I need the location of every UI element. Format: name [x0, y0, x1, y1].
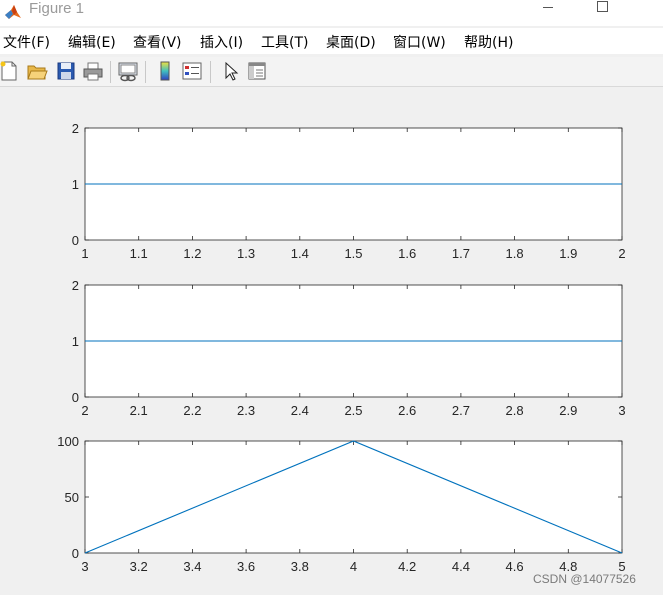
- window-title: Figure 1: [29, 0, 85, 17]
- y-tick-label: 100: [57, 434, 79, 449]
- colorbar-icon[interactable]: [154, 60, 176, 82]
- new-figure-icon[interactable]: [0, 60, 20, 82]
- y-tick-label: 1: [72, 334, 79, 349]
- x-tick-label: 1.7: [452, 246, 470, 261]
- y-tick-label: 0: [72, 390, 79, 405]
- property-inspector-icon[interactable]: [246, 60, 268, 82]
- y-tick-label: 2: [72, 278, 79, 293]
- y-tick-label: 1: [72, 177, 79, 192]
- y-tick-label: 0: [72, 233, 79, 248]
- menu-desktop[interactable]: 桌面(D): [326, 32, 376, 52]
- print-icon[interactable]: [82, 60, 104, 82]
- x-tick-label: 3: [81, 559, 88, 574]
- x-tick-label: 2.5: [344, 403, 362, 418]
- watermark: CSDN @14077526: [533, 572, 636, 586]
- x-tick-label: 2.6: [398, 403, 416, 418]
- x-tick-label: 1.6: [398, 246, 416, 261]
- plot-area-3: [84, 440, 623, 554]
- matlab-logo-icon: [5, 5, 21, 19]
- x-tick-label: 2.8: [506, 403, 524, 418]
- x-tick-label: 2.9: [559, 403, 577, 418]
- x-tick-label: 4.2: [398, 559, 416, 574]
- x-tick-label: 1.2: [183, 246, 201, 261]
- menu-window[interactable]: 窗口(W): [393, 32, 446, 52]
- x-tick-label: 2.7: [452, 403, 470, 418]
- figure-canvas: 1 1.1 1.2 1.3 1.4 1.5 1.6 1.7 1.8 1.9 2 0 1 2 2 2.1 2.2 2…: [0, 88, 663, 595]
- toolbar-separator: [145, 61, 146, 83]
- toolbar-separator: [110, 61, 111, 83]
- save-icon[interactable]: [55, 60, 77, 82]
- x-tick-label: 2: [81, 403, 88, 418]
- subplots: 1 1.1 1.2 1.3 1.4 1.5 1.6 1.7 1.8 1.9 20122 2.1 2.2 2…: [57, 121, 625, 574]
- x-tick-label: 3: [618, 403, 625, 418]
- x-tick-label: 3.2: [130, 559, 148, 574]
- x-tick-label: 2.3: [237, 403, 255, 418]
- menu-tools[interactable]: 工具(T): [261, 32, 308, 52]
- menu-view[interactable]: 查看(V): [133, 32, 182, 52]
- minimize-button[interactable]: [526, 0, 572, 26]
- y-tick-label: 0: [72, 546, 79, 561]
- menu-file[interactable]: 文件(F): [3, 32, 50, 52]
- x-tick-label: 4.6: [506, 559, 524, 574]
- x-tick-label: 2.4: [291, 403, 309, 418]
- x-tick-label: 4.4: [452, 559, 470, 574]
- open-file-icon[interactable]: [26, 60, 48, 82]
- x-tick-label: 1.4: [291, 246, 309, 261]
- menu-help[interactable]: 帮助(H): [464, 32, 513, 52]
- x-tick-label: 4: [350, 559, 357, 574]
- x-tick-label: 1.5: [344, 246, 362, 261]
- x-tick-label: 3.8: [291, 559, 309, 574]
- x-tick-label: 3.6: [237, 559, 255, 574]
- x-tick-label: 1: [81, 246, 88, 261]
- legend-icon[interactable]: [181, 60, 203, 82]
- menu-insert[interactable]: 插入(I): [200, 32, 243, 52]
- x-tick-label: 1.8: [506, 246, 524, 261]
- y-tick-label: 2: [72, 121, 79, 136]
- x-tick-label: 2.1: [130, 403, 148, 418]
- x-tick-label: 1.1: [130, 246, 148, 261]
- y-tick-label: 50: [65, 490, 79, 505]
- link-plot-icon[interactable]: [117, 60, 139, 82]
- x-tick-label: 2.2: [183, 403, 201, 418]
- menu-edit[interactable]: 编辑(E): [68, 32, 116, 52]
- maximize-button[interactable]: [580, 0, 626, 26]
- menu-bar: 文件(F) 编辑(E) 查看(V) 插入(I) 工具(T) 桌面(D) 窗口(W…: [0, 28, 663, 54]
- x-tick-label: 1.9: [559, 246, 577, 261]
- x-tick-label: 1.3: [237, 246, 255, 261]
- title-bar: Figure 1: [0, 0, 663, 26]
- edit-plot-pointer-icon[interactable]: [219, 60, 241, 82]
- toolbar: [0, 57, 663, 87]
- x-tick-label: 3.4: [183, 559, 201, 574]
- toolbar-separator: [210, 61, 211, 83]
- x-tick-label: 2: [618, 246, 625, 261]
